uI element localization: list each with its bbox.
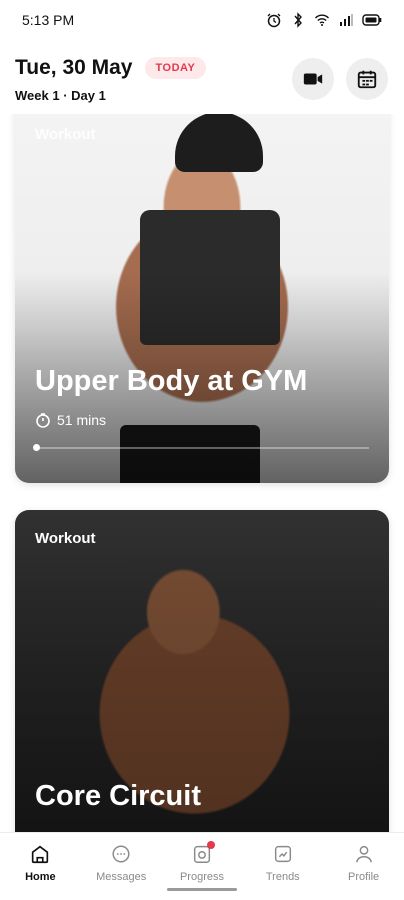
home-indicator bbox=[167, 888, 237, 891]
header: Tue, 30 May TODAY Week 1 · Day 1 bbox=[0, 44, 404, 114]
workout-feed[interactable]: Workout Upper Body at GYM 51 mins Workou… bbox=[0, 114, 404, 832]
nav-label-home: Home bbox=[25, 871, 56, 883]
nav-item-progress[interactable]: Progress bbox=[167, 841, 237, 883]
calendar-icon bbox=[357, 70, 377, 89]
workout-photo-detail bbox=[175, 114, 263, 172]
carousel-indicator bbox=[33, 444, 40, 451]
nav-item-profile[interactable]: Profile bbox=[329, 843, 399, 883]
nav-label-profile: Profile bbox=[347, 871, 380, 883]
workout-card[interactable]: Workout Core Circuit bbox=[15, 510, 389, 832]
card-tag: Workout bbox=[35, 126, 96, 143]
nav-item-messages[interactable]: Messages bbox=[86, 843, 156, 883]
status-time: 5:13 PM bbox=[22, 12, 75, 28]
week-label: Week 1 bbox=[15, 88, 60, 103]
chat-icon bbox=[112, 845, 130, 863]
duration-label: 51 mins bbox=[57, 412, 107, 428]
alarm-icon bbox=[267, 13, 281, 28]
video-icon bbox=[303, 73, 323, 85]
nav-item-home[interactable]: Home bbox=[5, 843, 75, 883]
day-label: Day 1 bbox=[71, 88, 106, 103]
profile-icon bbox=[355, 845, 372, 863]
today-badge: TODAY bbox=[144, 57, 207, 79]
calendar-button[interactable] bbox=[346, 58, 388, 100]
video-call-button[interactable] bbox=[292, 58, 334, 100]
signal-icon bbox=[340, 14, 353, 26]
carousel-track bbox=[35, 447, 369, 449]
nav-label-messages: Messages bbox=[96, 871, 147, 883]
bluetooth-icon bbox=[294, 12, 302, 28]
status-icons bbox=[266, 12, 382, 28]
separator: · bbox=[63, 88, 68, 103]
battery-icon bbox=[362, 14, 382, 26]
status-bar: 5:13 PM bbox=[0, 0, 404, 40]
card-tag: Workout bbox=[35, 530, 96, 547]
trends-icon bbox=[274, 845, 291, 863]
workout-card[interactable]: Workout Upper Body at GYM 51 mins bbox=[15, 114, 389, 483]
timer-icon bbox=[36, 413, 50, 428]
home-icon bbox=[32, 845, 49, 864]
nav-label-trends: Trends bbox=[265, 871, 300, 883]
wifi-icon bbox=[314, 14, 330, 26]
nav-label-progress: Progress bbox=[179, 871, 224, 883]
week-day-label: Week 1 · Day 1 bbox=[15, 88, 389, 103]
notification-badge bbox=[206, 841, 215, 849]
card-title: Core Circuit bbox=[35, 780, 201, 812]
duration: 51 mins bbox=[35, 412, 106, 428]
date-title: Tue, 30 May bbox=[15, 56, 133, 79]
card-title: Upper Body at GYM bbox=[35, 365, 308, 397]
nav-item-trends[interactable]: Trends bbox=[248, 843, 318, 883]
